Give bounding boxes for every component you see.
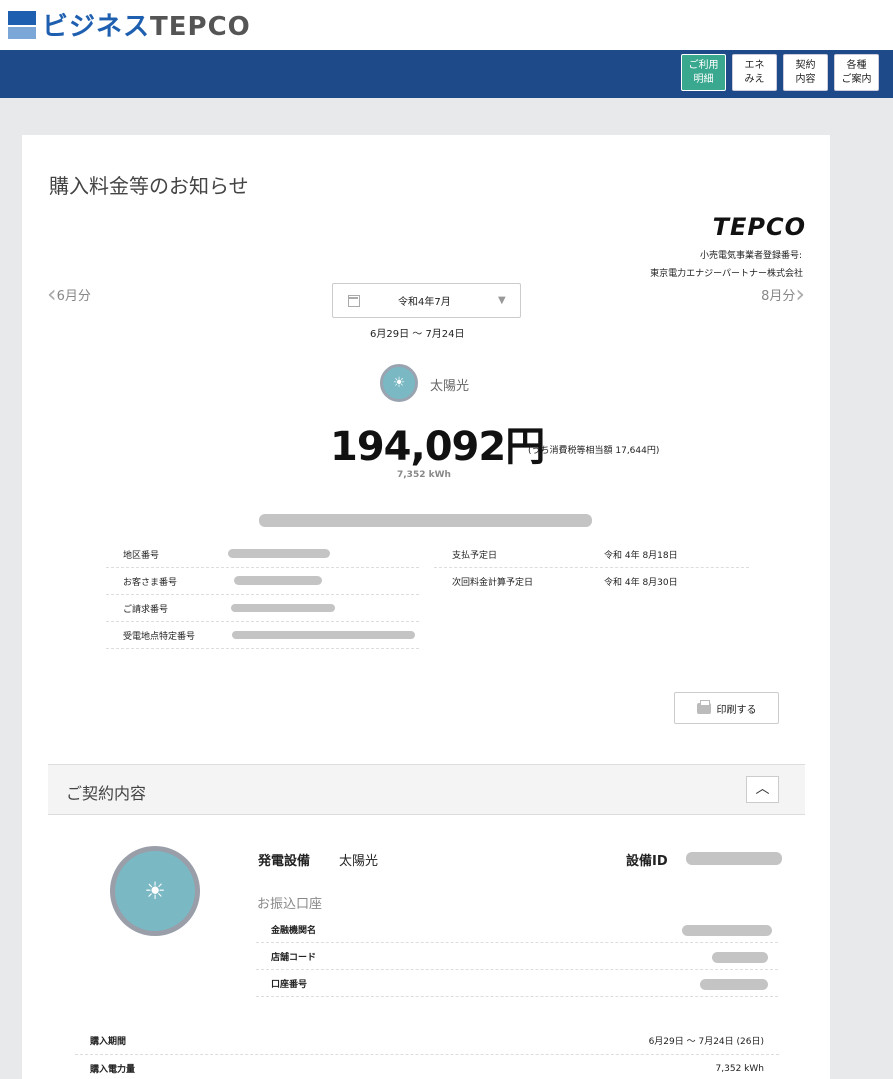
registration-number-label: 小売電気事業者登録番号: bbox=[699, 251, 802, 261]
source-label: 太陽光 bbox=[430, 379, 470, 394]
purchase-kwh-row: 購入電力量 7,352 kWh bbox=[75, 1055, 779, 1079]
notice-card: 購入料金等のお知らせ TEPCO 小売電気事業者登録番号: 東京電力エナジーパー… bbox=[22, 135, 830, 1079]
solar-icon: ☀ bbox=[380, 364, 418, 402]
generator-label: 発電設備 bbox=[258, 854, 311, 869]
tax-note: (うち消費税等相当額 17,644円) bbox=[528, 446, 660, 456]
logo-mark-icon bbox=[8, 10, 36, 39]
bank-row: 店舗コード bbox=[256, 943, 778, 970]
month-select[interactable]: 令和4年7月 ▼ bbox=[332, 283, 521, 318]
facility-id-label: 設備ID bbox=[626, 854, 668, 869]
chevron-left-icon: ‹ bbox=[47, 280, 57, 308]
redacted-facility-id bbox=[686, 852, 782, 865]
nav-enemie-button[interactable]: エネ みえ bbox=[732, 54, 777, 91]
print-button[interactable]: 印刷する bbox=[674, 692, 779, 724]
next-calc-date-row: 次回料金計算予定日 令和 4年 8月30日 bbox=[452, 578, 678, 588]
logo-biz-text: ビジネス bbox=[42, 12, 151, 42]
redacted-value bbox=[228, 549, 330, 558]
purchase-period-row: 購入期間 6月29日 〜 7月24日 (26日) bbox=[75, 1027, 779, 1055]
business-tepco-logo[interactable]: ビジネスTEPCO bbox=[8, 6, 251, 43]
contract-section-header: ご契約内容 ︿ bbox=[48, 764, 805, 815]
payment-date-row: 支払予定日 令和 4年 8月18日 bbox=[434, 541, 749, 568]
printer-icon bbox=[696, 699, 711, 714]
redacted-value bbox=[712, 952, 768, 963]
next-month-link[interactable]: 8月分 › bbox=[761, 280, 805, 308]
section-title: ご契約内容 bbox=[66, 784, 147, 803]
chevron-up-icon: ︿ bbox=[755, 781, 770, 797]
tepco-brand-logo: TEPCO bbox=[712, 213, 806, 241]
calendar-icon bbox=[348, 294, 360, 307]
collapse-button[interactable]: ︿ bbox=[746, 776, 779, 803]
logo-tepco-text: TEPCO bbox=[150, 12, 251, 42]
bank-account-title: お振込口座 bbox=[257, 897, 323, 912]
dropdown-arrow-icon: ▼ bbox=[498, 295, 506, 306]
purchase-amount: 194,092円 bbox=[330, 424, 545, 470]
nav-usage-details-button[interactable]: ご利用 明細 bbox=[681, 54, 726, 91]
page-title: 購入料金等のお知らせ bbox=[49, 174, 249, 198]
generator-value: 太陽光 bbox=[339, 854, 379, 869]
selected-month: 令和4年7月 bbox=[398, 297, 451, 308]
solar-large-icon: ☀ bbox=[110, 846, 200, 936]
redacted-value bbox=[231, 604, 335, 612]
redacted-customer-name bbox=[259, 514, 592, 527]
billing-period: 6月29日 〜 7月24日 bbox=[370, 329, 465, 340]
redacted-value bbox=[682, 925, 772, 936]
redacted-value bbox=[234, 576, 322, 585]
kwh-value: 7,352 kWh bbox=[397, 470, 451, 480]
nav-contract-button[interactable]: 契約 内容 bbox=[783, 54, 828, 91]
redacted-value bbox=[232, 631, 415, 639]
nav-bar: ご利用 明細 エネ みえ 契約 内容 各種 ご案内 bbox=[0, 50, 893, 98]
top-bar: ビジネスTEPCO bbox=[0, 0, 893, 50]
company-name: 東京電力エナジーパートナー株式会社 bbox=[650, 269, 803, 279]
nav-guide-button[interactable]: 各種 ご案内 bbox=[834, 54, 879, 91]
redacted-value bbox=[700, 979, 768, 990]
chevron-right-icon: › bbox=[795, 280, 805, 308]
prev-month-link[interactable]: ‹ 6月分 bbox=[47, 280, 91, 308]
